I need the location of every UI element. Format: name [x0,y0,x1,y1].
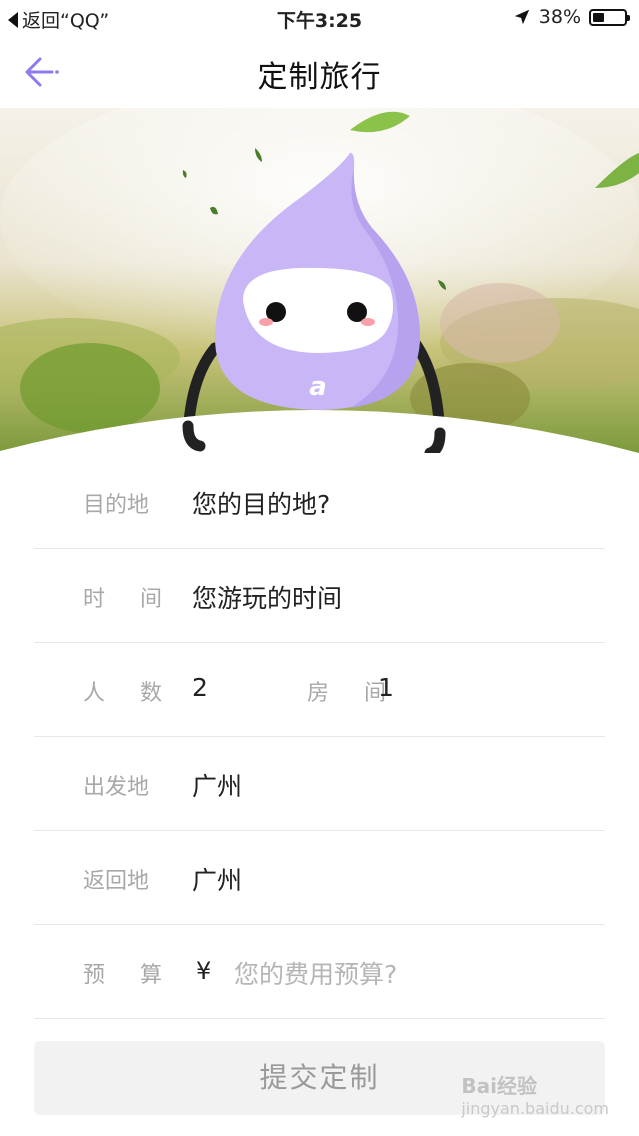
watermark-brand: Bai经验 [461,1074,537,1098]
page-title: 定制旅行 [257,60,382,95]
destination-input[interactable]: 您的目的地? [192,485,330,521]
battery-percent: 38% [538,6,581,28]
departure-row[interactable]: 出发地 广州 [34,737,605,831]
return-row[interactable]: 返回地 广州 [34,831,605,925]
banner-image: a [0,108,639,453]
budget-label: 预 算 [83,963,176,988]
people-label: 人 数 [83,681,176,706]
watermark-url: jingyan.baidu.com [461,1099,609,1118]
svg-text:a: a [309,372,327,402]
banner-illustration: a [0,108,639,453]
nav-bar: 定制旅行 [0,36,639,108]
time-label: 时 间 [83,587,176,612]
time-input[interactable]: 您游玩的时间 [192,579,342,615]
location-arrow-icon [514,9,529,25]
battery-fill [593,12,604,22]
return-value[interactable]: 广州 [192,861,242,897]
travel-form: 目的地 您的目的地? 时 间 您游玩的时间 人 数 2 房 间 1 出发地 广州… [34,455,605,1019]
room-count[interactable]: 1 [378,673,394,702]
yen-symbol: ¥ [196,957,212,985]
watermark: Bai经验 jingyan.baidu.com [461,1070,609,1118]
departure-label: 出发地 [83,775,150,800]
budget-row[interactable]: 预 算 ¥ 您的费用预算? [34,925,605,1019]
status-bar: 返回“QQ” 下午3:25 38% [0,0,639,36]
budget-input[interactable]: 您的费用预算? [234,955,397,991]
destination-label: 目的地 [83,493,150,518]
time-row[interactable]: 时 间 您游玩的时间 [34,549,605,643]
destination-row[interactable]: 目的地 您的目的地? [34,455,605,549]
departure-value[interactable]: 广州 [192,767,242,803]
people-row: 人 数 2 房 间 1 [34,643,605,737]
people-count[interactable]: 2 [192,673,208,702]
battery-icon [589,8,630,26]
return-label: 返回地 [83,869,150,894]
status-right: 38% [513,6,630,28]
